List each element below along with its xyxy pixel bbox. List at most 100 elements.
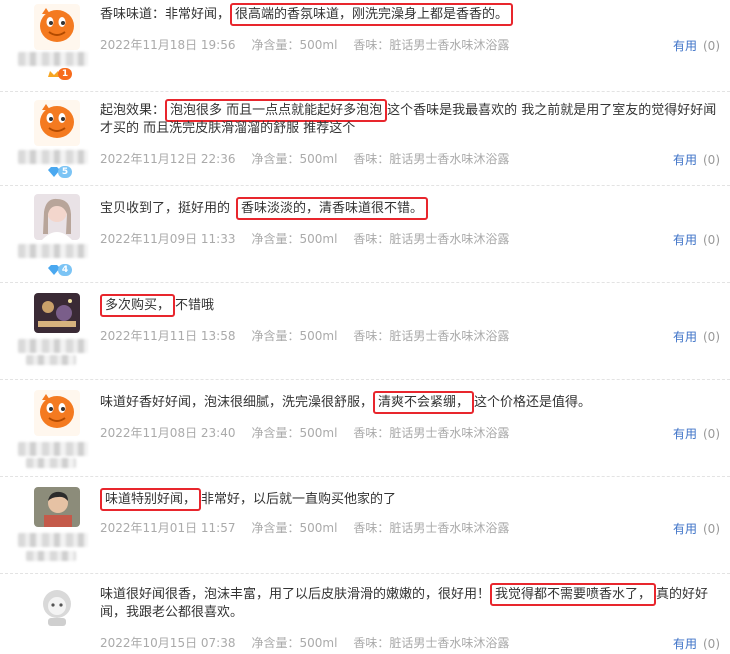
review-variant: 香味：脏话男士香水味沐浴露 xyxy=(353,152,510,166)
useful-count: (0) xyxy=(703,39,720,53)
orange-mascot-avatar-icon xyxy=(34,390,80,436)
user-photo-avatar-icon xyxy=(34,487,80,527)
review-variant: 香味：脏话男士香水味沐浴露 xyxy=(353,636,510,650)
review-text-part: 起泡效果： xyxy=(100,103,166,118)
orange-mascot-avatar-icon xyxy=(34,4,80,50)
review-meta: 2022年11月08日 23:40 净含量：500ml 香味：脏话男士香水味沐浴露 xyxy=(100,424,509,441)
avatar[interactable] xyxy=(34,390,80,436)
review-text: 香味味道：非常好闻， 很高端的香氛味道，刚洗完澡身上都是香香的。 xyxy=(100,3,728,26)
review-meta: 2022年10月15日 07:38 净含量：500ml 香味：脏话男士香水味沐浴露 xyxy=(100,634,509,651)
highlighted-phrase: 多次购买， xyxy=(100,294,176,317)
highlighted-phrase: 泡泡很多 而且一点点就能起好多泡泡 xyxy=(165,99,388,122)
highlighted-phrase: 清爽不会紧绷， xyxy=(373,391,475,414)
review-item: 味道很好闻很香，泡沫丰富，用了以后皮肤滑滑的嫩嫩的，很好用！ 我觉得都不需要喷香水… xyxy=(0,574,730,654)
level-number: 4 xyxy=(58,264,72,276)
review-volume: 净含量：500ml xyxy=(251,636,338,650)
useful-label[interactable]: 有用 xyxy=(673,427,697,441)
useful-label[interactable]: 有用 xyxy=(673,522,697,536)
review-item: 味道好香好好闻，泡沫很细腻，洗完澡很舒服， 清爽不会紧绷， 这个价格还是值得。 20… xyxy=(0,380,730,477)
level-number: 5 xyxy=(58,166,72,178)
review-text-part: 宝贝收到了，挺好用的 xyxy=(100,201,231,216)
reviewer-name-blurred xyxy=(18,150,88,164)
useful-count: (0) xyxy=(703,233,720,247)
review-date: 2022年11月12日 22:36 xyxy=(100,152,236,166)
useful-label[interactable]: 有用 xyxy=(673,330,697,344)
reviewer-level-blurred xyxy=(26,355,76,365)
review-text-part: 非常好，以后就一直购买他家的了 xyxy=(201,492,397,507)
reviewer-name-blurred xyxy=(18,244,88,258)
useful-button[interactable]: 有用 (0) xyxy=(673,231,720,248)
review-volume: 净含量：500ml xyxy=(251,426,338,440)
member-level-badge: 1 xyxy=(48,68,74,80)
level-number: 1 xyxy=(58,68,72,80)
review-date: 2022年11月11日 13:58 xyxy=(100,329,236,343)
useful-label[interactable]: 有用 xyxy=(673,39,697,53)
review-text-part: 香味味道：非常好闻， xyxy=(100,7,231,22)
review-text-part: 味道很好闻很香，泡沫丰富，用了以后皮肤滑滑的嫩嫩的，很好用！ xyxy=(100,587,491,602)
review-date: 2022年11月01日 11:57 xyxy=(100,521,236,535)
review-text: 多次购买， 不错哦 xyxy=(100,294,728,317)
user-photo-avatar-icon xyxy=(34,194,80,240)
review-date: 2022年11月08日 23:40 xyxy=(100,426,236,440)
useful-count: (0) xyxy=(703,153,720,167)
useful-count: (0) xyxy=(703,637,720,651)
avatar[interactable] xyxy=(34,4,80,50)
reviewer-level-blurred xyxy=(26,458,76,468)
review-text-part: 味道好香好好闻，泡沫很细腻，洗完澡很舒服， xyxy=(100,395,374,410)
review-text: 味道好香好好闻，泡沫很细腻，洗完澡很舒服， 清爽不会紧绷， 这个价格还是值得。 xyxy=(100,391,728,414)
review-date: 2022年11月18日 19:56 xyxy=(100,38,236,52)
review-meta: 2022年11月09日 11:33 净含量：500ml 香味：脏话男士香水味沐浴露 xyxy=(100,230,509,247)
highlighted-phrase: 味道特别好闻， xyxy=(100,488,202,511)
review-meta: 2022年11月12日 22:36 净含量：500ml 香味：脏话男士香水味沐浴露 xyxy=(100,150,509,167)
reviewer-name-blurred xyxy=(18,52,88,66)
review-meta: 2022年11月11日 13:58 净含量：500ml 香味：脏话男士香水味沐浴露 xyxy=(100,327,509,344)
review-date: 2022年11月09日 11:33 xyxy=(100,232,236,246)
highlighted-phrase: 香味淡淡的，清香味道很不错。 xyxy=(236,197,429,220)
review-meta: 2022年11月18日 19:56 净含量：500ml 香味：脏话男士香水味沐浴露 xyxy=(100,36,509,53)
review-variant: 香味：脏话男士香水味沐浴露 xyxy=(353,521,510,535)
member-level-badge: 4 xyxy=(48,264,74,276)
review-text-part: 不错哦 xyxy=(175,298,215,313)
review-item: 1 香味味道：非常好闻， 很高端的香氛味道，刚洗完澡身上都是香香的。 2022年1… xyxy=(0,0,730,92)
review-variant: 香味：脏话男士香水味沐浴露 xyxy=(353,232,510,246)
review-volume: 净含量：500ml xyxy=(251,232,338,246)
useful-count: (0) xyxy=(703,522,720,536)
review-volume: 净含量：500ml xyxy=(251,329,338,343)
avatar[interactable] xyxy=(34,584,80,630)
review-item: 5 起泡效果： 泡泡很多 而且一点点就能起好多泡泡 这个香味是我最喜欢的 我之前就是… xyxy=(0,92,730,186)
orange-mascot-avatar-icon xyxy=(34,100,80,146)
useful-label[interactable]: 有用 xyxy=(673,637,697,651)
useful-button[interactable]: 有用 (0) xyxy=(673,520,720,537)
reviewer-name-blurred xyxy=(18,533,88,547)
useful-button[interactable]: 有用 (0) xyxy=(673,425,720,442)
avatar[interactable] xyxy=(34,100,80,146)
review-text: 宝贝收到了，挺好用的 香味淡淡的，清香味道很不错。 xyxy=(100,197,728,220)
review-item: 多次购买， 不错哦 2022年11月11日 13:58 净含量：500ml 香味：脏话… xyxy=(0,283,730,380)
useful-button[interactable]: 有用 (0) xyxy=(673,328,720,345)
useful-button[interactable]: 有用 (0) xyxy=(673,37,720,54)
review-meta: 2022年11月01日 11:57 净含量：500ml 香味：脏话男士香水味沐浴露 xyxy=(100,519,509,536)
review-item: 味道特别好闻， 非常好，以后就一直购买他家的了 2022年11月01日 11:57… xyxy=(0,477,730,574)
highlighted-phrase: 很高端的香氛味道，刚洗完澡身上都是香香的。 xyxy=(230,3,514,26)
review-volume: 净含量：500ml xyxy=(251,152,338,166)
review-date: 2022年10月15日 07:38 xyxy=(100,636,236,650)
avatar[interactable] xyxy=(34,487,80,527)
avatar[interactable] xyxy=(34,194,80,240)
review-text: 味道特别好闻， 非常好，以后就一直购买他家的了 xyxy=(100,488,728,511)
useful-button[interactable]: 有用 (0) xyxy=(673,635,720,652)
review-text: 味道很好闻很香，泡沫丰富，用了以后皮肤滑滑的嫩嫩的，很好用！ 我觉得都不需要喷香水… xyxy=(100,583,728,622)
useful-count: (0) xyxy=(703,427,720,441)
useful-button[interactable]: 有用 (0) xyxy=(673,151,720,168)
member-level-badge: 5 xyxy=(48,166,74,178)
review-variant: 香味：脏话男士香水味沐浴露 xyxy=(353,329,510,343)
useful-count: (0) xyxy=(703,330,720,344)
avatar[interactable] xyxy=(34,293,80,333)
review-text-part: 这个价格还是值得。 xyxy=(474,395,592,410)
review-variant: 香味：脏话男士香水味沐浴露 xyxy=(353,38,510,52)
review-variant: 香味：脏话男士香水味沐浴露 xyxy=(353,426,510,440)
user-photo-avatar-icon xyxy=(34,293,80,333)
gray-mascot-avatar-icon xyxy=(34,584,80,630)
useful-label[interactable]: 有用 xyxy=(673,233,697,247)
useful-label[interactable]: 有用 xyxy=(673,153,697,167)
review-item: 4 宝贝收到了，挺好用的 香味淡淡的，清香味道很不错。 2022年11月09日 1… xyxy=(0,186,730,283)
